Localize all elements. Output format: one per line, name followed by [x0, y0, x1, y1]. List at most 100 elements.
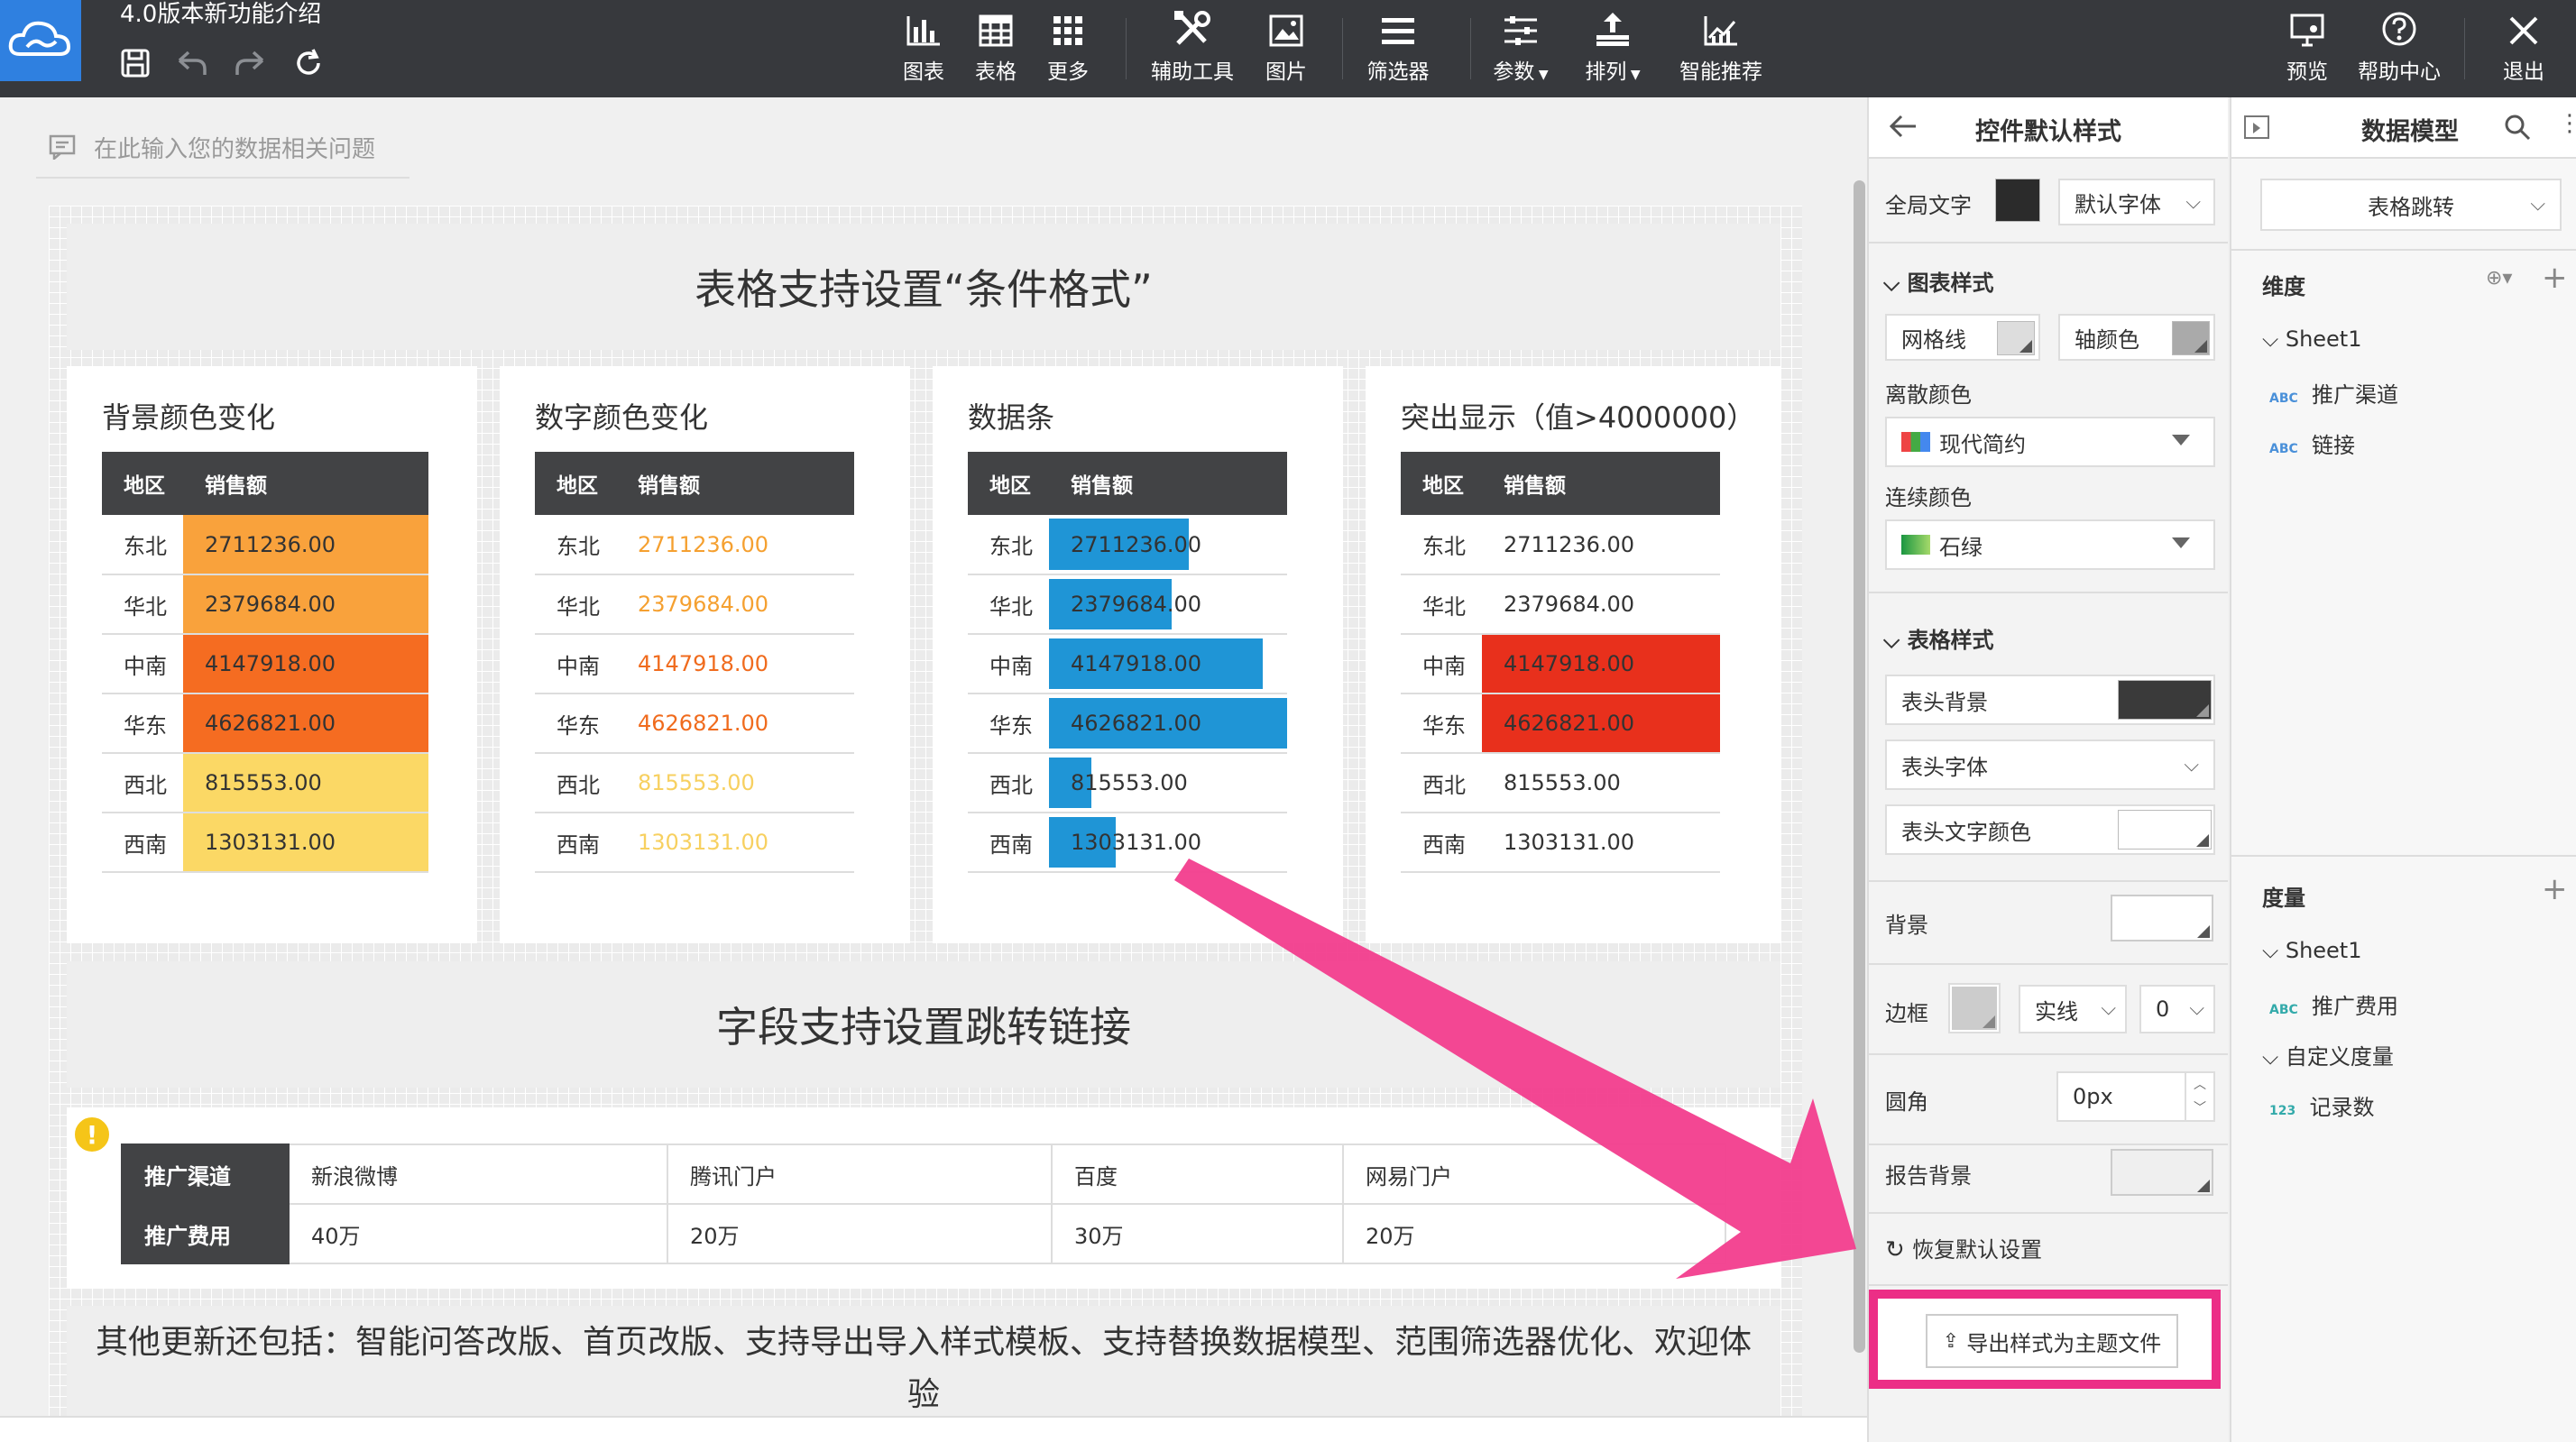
region-cell: 华北 [968, 574, 1049, 635]
tool-chart[interactable]: 图表 [902, 4, 945, 94]
tool-help-center[interactable]: 帮助中心 [2354, 4, 2444, 94]
discrete-color-select[interactable]: 现代简约 [1885, 417, 2215, 467]
export-theme-button[interactable]: ⇪ 导出样式为主题文件 [1926, 1314, 2178, 1368]
spinner-icon[interactable]: ︿ ﹀ [2185, 1073, 2213, 1120]
border-style-select[interactable]: 实线 ⌵ [2019, 985, 2127, 1033]
dim-sheet[interactable]: ⌵ Sheet1 [2262, 326, 2361, 352]
field-item[interactable]: ABC 链接 [2269, 427, 2355, 459]
link-table-header: 推广费用 [121, 1203, 290, 1264]
question-input[interactable]: 在此输入您的数据相关问题 [36, 117, 409, 179]
toolbar-divider [1342, 18, 1343, 79]
chevron-down-icon: ⌵ [2189, 997, 2204, 1020]
continuous-color-select[interactable]: 石绿 [1885, 519, 2215, 570]
add-dimension-icon[interactable]: + [2542, 260, 2568, 296]
column-header: 地区 [535, 452, 616, 515]
table-row: 推广渠道 新浪微博 腾讯门户 百度 网易门户 [121, 1143, 1726, 1205]
region-cell: 西南 [102, 813, 183, 873]
reset-default-button[interactable]: ↻ 恢复默认设置 [1885, 1232, 2042, 1263]
link-cell[interactable]: 新浪微博 [288, 1143, 668, 1205]
tool-exit[interactable]: 退出 [2498, 4, 2549, 94]
custom-measure-group[interactable]: ⌵ 自定义度量 [2262, 1039, 2394, 1070]
default-font-select[interactable]: 默认字体 ⌵ [2058, 179, 2215, 225]
toolbar-divider [1470, 18, 1471, 79]
border-width-select[interactable]: 0 ⌵ [2139, 985, 2215, 1033]
tool-image[interactable]: 图片 [1263, 4, 1310, 94]
tool-arrange[interactable]: 排列 ▼ [1580, 4, 1645, 94]
cloud-logo-icon[interactable] [0, 0, 81, 81]
header-bg-color[interactable]: 表头背景 [1885, 675, 2215, 725]
table-style-section[interactable]: ⌵ 表格样式 [1883, 622, 1994, 654]
model-panel-header: 数据模型 ⋮ [2231, 97, 2576, 159]
gridline-color[interactable]: 网格线 [1885, 314, 2040, 361]
axis-color[interactable]: 轴颜色 [2058, 314, 2215, 361]
measure-label: 度量 [2262, 886, 2305, 911]
radius-input[interactable]: 0px ︿ ﹀ [2056, 1071, 2215, 1122]
sales-cell: 2379684.00 [1049, 574, 1287, 635]
global-text-color[interactable] [1995, 179, 2040, 222]
tool-more[interactable]: 更多 [1046, 4, 1090, 94]
background-label: 背景 [1885, 913, 1928, 938]
model-select[interactable]: 表格跳转 ⌵ [2260, 179, 2562, 231]
column-header: 销售额 [1482, 452, 1720, 515]
gradient-icon [1901, 535, 1930, 555]
link-cell[interactable]: 腾讯门户 [667, 1143, 1053, 1205]
link-cell[interactable]: 30万 [1051, 1203, 1344, 1264]
header-text-color[interactable]: 表头文字颜色 [1885, 804, 2215, 855]
background-swatch[interactable] [2111, 895, 2213, 941]
table-row: 西北 815553.00 [535, 753, 854, 813]
table-row: 中南 4147918.00 [968, 634, 1287, 694]
table-row: 华东 4626821.00 [102, 693, 428, 754]
save-icon[interactable] [117, 45, 153, 81]
link-cell[interactable]: 40万 [288, 1203, 668, 1264]
region-cell: 西北 [102, 753, 183, 813]
tool-filter[interactable]: 筛选器 [1362, 4, 1434, 94]
field-item[interactable]: ABC 推广费用 [2269, 988, 2398, 1020]
region-cell: 华东 [968, 693, 1049, 754]
smart-recommend-icon [1703, 4, 1739, 47]
more-icon[interactable]: ⋮ [2558, 110, 2576, 137]
table-row: 西北 815553.00 [1401, 753, 1720, 813]
chevron-down-icon: ⌵ [2262, 1044, 2286, 1070]
table-row: 华东 4626821.00 [1401, 693, 1720, 754]
field-item[interactable]: 123 记录数 [2269, 1089, 2375, 1121]
image-icon [1269, 4, 1303, 47]
column-header: 地区 [1401, 452, 1482, 515]
table-header-row: 地区 销售额 [1401, 452, 1720, 515]
link-cell[interactable]: 网易门户 [1342, 1143, 1726, 1205]
data-bar-table: 地区 销售额 东北 2711236.00 华北 2379684.00 中南 4147918.0… [968, 452, 1287, 873]
table-row: 东北 2711236.00 [535, 515, 854, 575]
table-header-row: 地区 销售额 [102, 452, 428, 515]
globe-icon[interactable]: ⊕▾ [2486, 267, 2512, 289]
table-row: 华北 2379684.00 [1401, 574, 1720, 635]
border-color-swatch[interactable] [1948, 983, 2001, 1033]
warning-icon[interactable]: ! [72, 1115, 112, 1154]
report-bg-swatch[interactable] [2111, 1149, 2213, 1196]
link-cell[interactable]: 20万 [667, 1203, 1053, 1264]
tool-preview[interactable]: 预览 [2282, 4, 2332, 94]
link-cell[interactable]: 百度 [1051, 1143, 1344, 1205]
table-row: 东北 2711236.00 [1401, 515, 1720, 575]
undo-icon[interactable] [174, 45, 210, 81]
chevron-down-icon: ⌵ [1883, 271, 1908, 296]
model-panel-title: 数据模型 [2361, 118, 2459, 146]
tool-table[interactable]: 表格 [974, 4, 1017, 94]
measure-sheet[interactable]: ⌵ Sheet1 [2262, 938, 2361, 963]
tool-auxiliary[interactable]: 辅助工具 [1147, 4, 1237, 94]
link-cell[interactable]: 20万 [1342, 1203, 1726, 1264]
collapse-panel-icon[interactable] [2244, 115, 2269, 139]
chevron-down-icon: ⌵ [2262, 326, 2286, 352]
add-measure-icon[interactable]: + [2542, 871, 2568, 907]
style-panel-header: 控件默认样式 [1869, 97, 2228, 159]
refresh-icon[interactable] [290, 45, 327, 81]
tool-smart-recommend[interactable]: 智能推荐 [1676, 4, 1766, 94]
chart-style-section[interactable]: ⌵ 图表样式 [1883, 265, 1994, 297]
redo-icon[interactable] [232, 45, 268, 81]
search-icon[interactable] [2504, 114, 2531, 141]
export-icon: ⇪ [1942, 1329, 1960, 1353]
tool-params[interactable]: 参数 ▼ [1488, 4, 1553, 94]
vertical-scrollbar[interactable] [1854, 180, 1865, 1353]
header-font-select[interactable]: 表头字体 ⌵ [1885, 739, 2215, 790]
field-item[interactable]: ABC 推广渠道 [2269, 377, 2398, 409]
back-arrow-icon[interactable] [1889, 114, 1918, 139]
abc-icon: ABC [2269, 442, 2298, 456]
